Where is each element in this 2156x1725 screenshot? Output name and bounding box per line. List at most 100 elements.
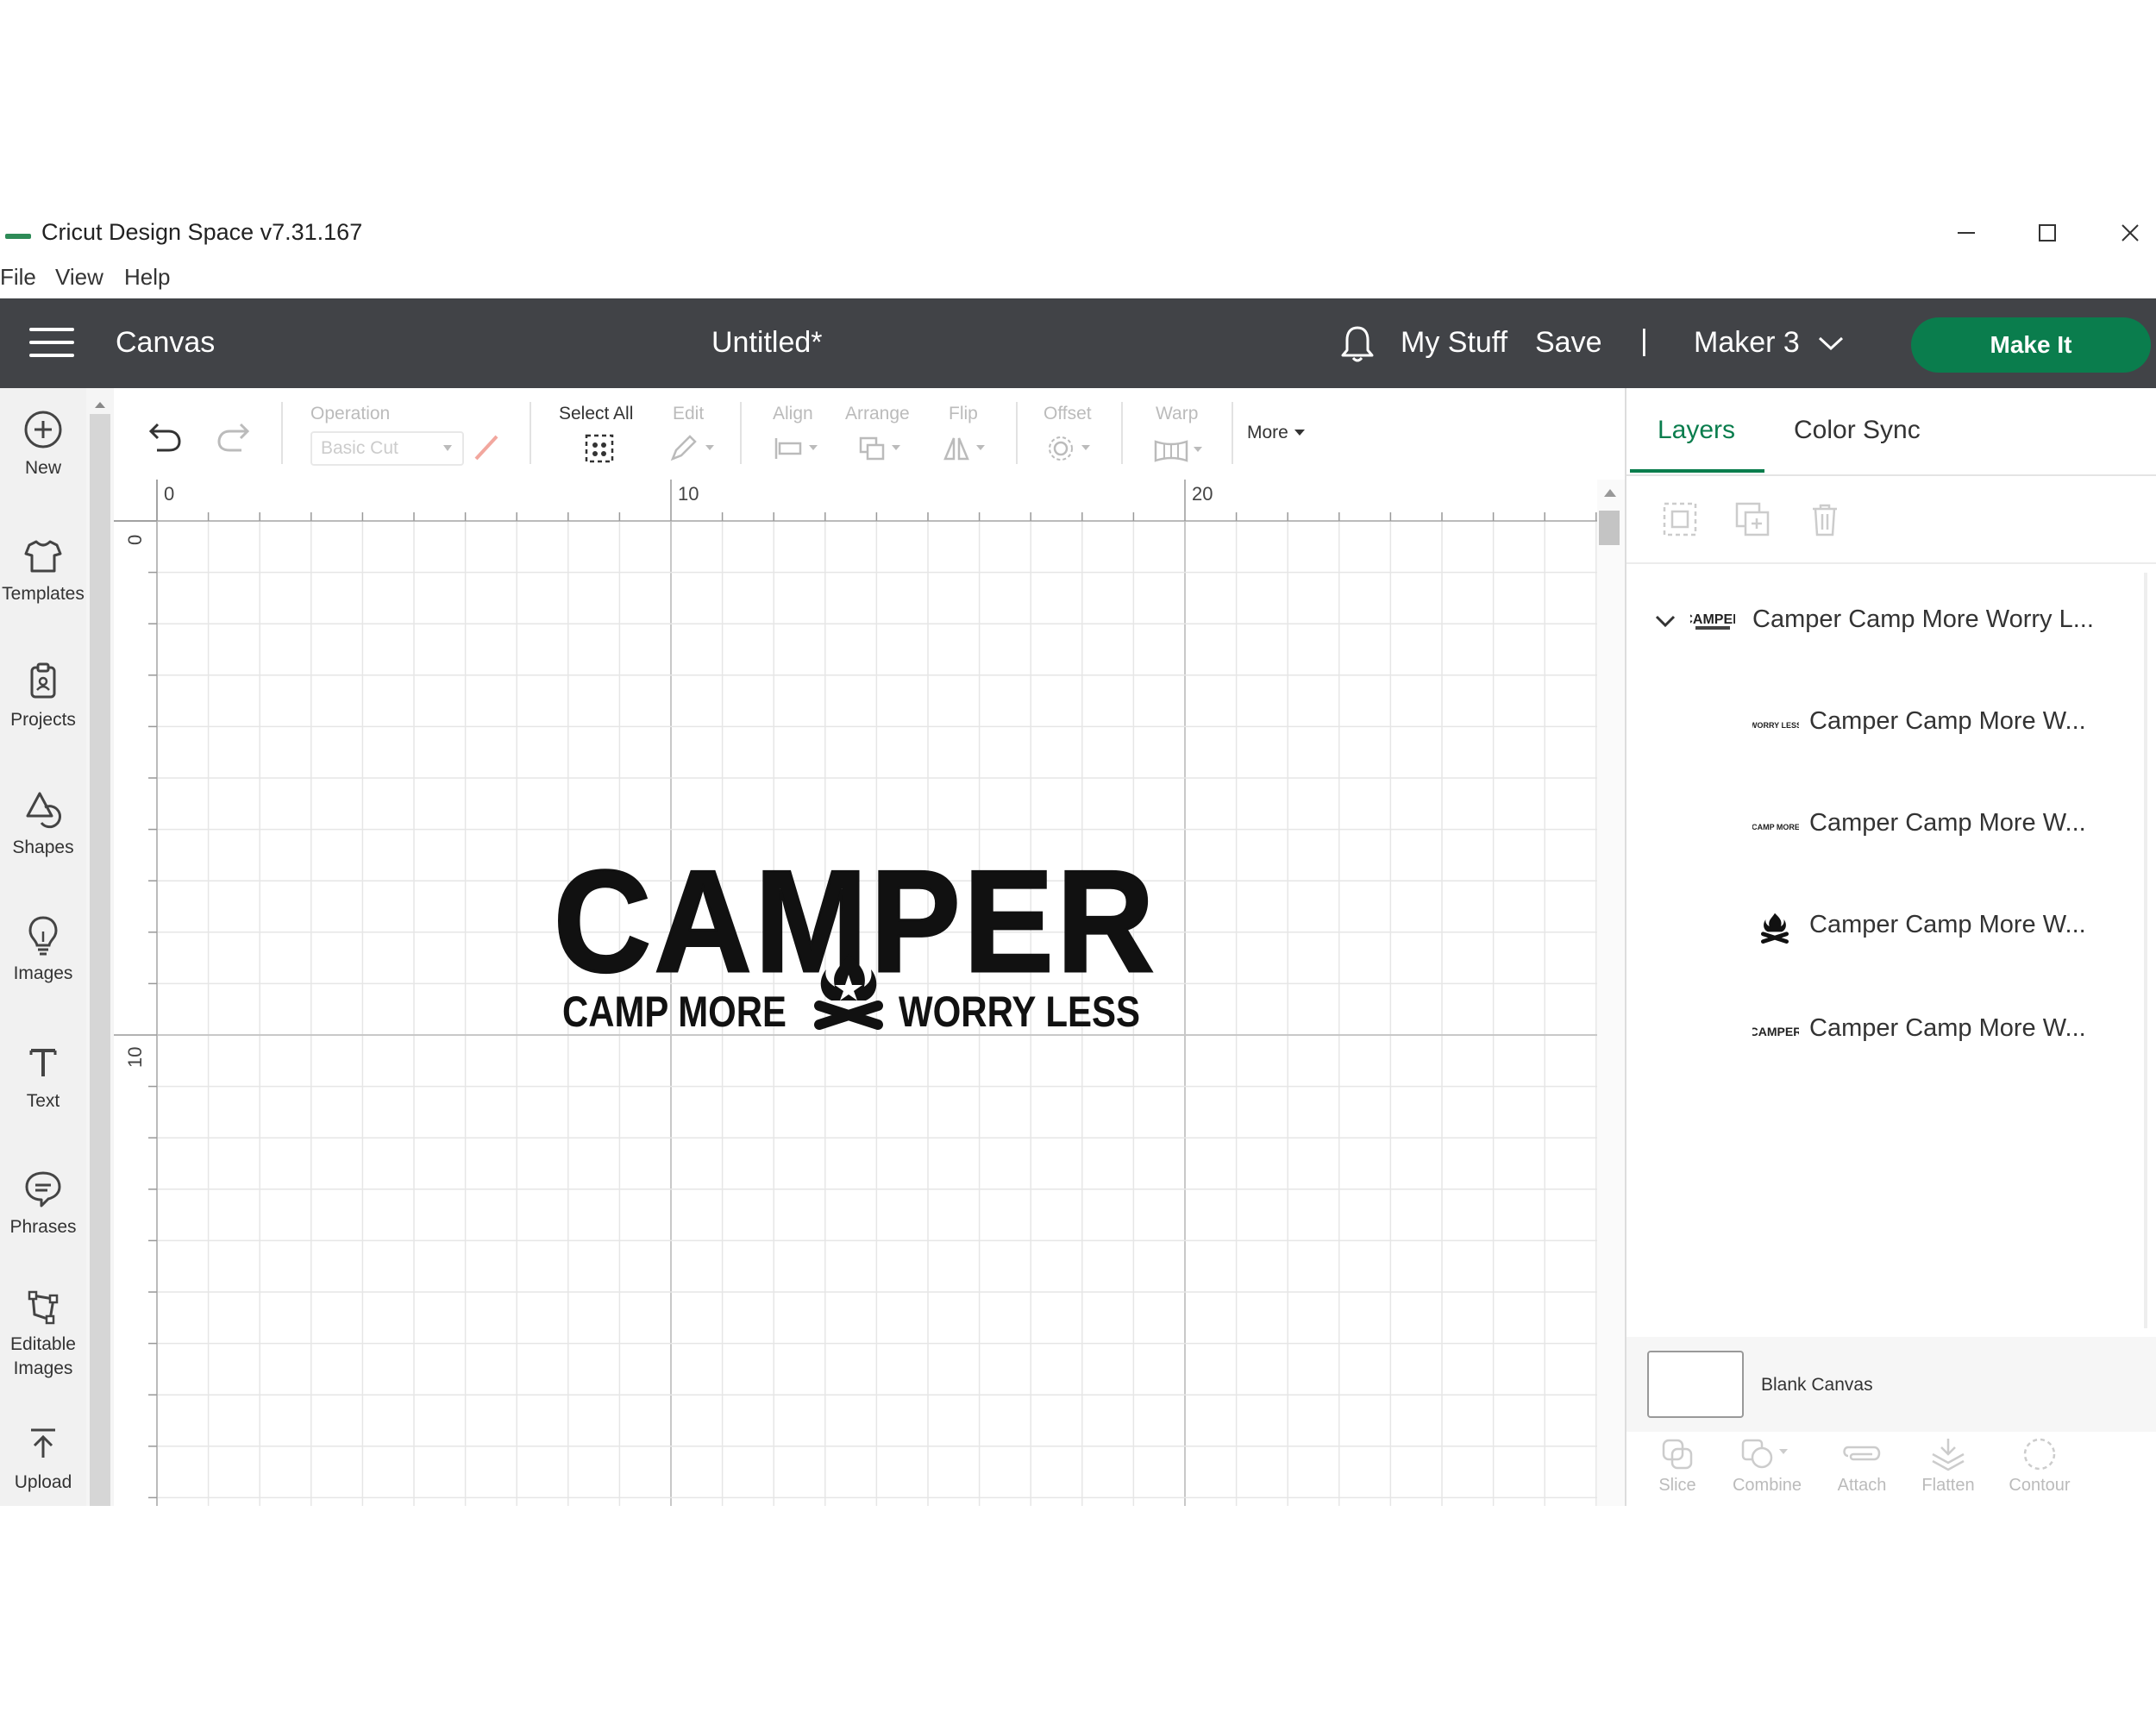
tab-color-sync[interactable]: Color Sync [1794,416,1921,445]
maximize-icon [2039,224,2056,242]
sidebar-item-text[interactable]: Text [0,1038,86,1114]
maximize-button[interactable] [2023,216,2071,250]
machine-selector[interactable]: Maker 3 [1694,326,1800,360]
my-stuff-link[interactable]: My Stuff [1401,326,1507,360]
sidebar-label: Upload [14,1472,72,1492]
canvas-vertical-scrollbar[interactable] [1597,480,1625,1506]
contour-button[interactable]: Contour [1992,1437,2087,1496]
close-window-button[interactable] [2106,216,2154,250]
layer-name: Camper Camp More W... [1809,809,2086,837]
sidebar-item-shapes[interactable]: Shapes [0,785,86,861]
operation-value: Basic Cut [321,438,398,458]
slice-button[interactable]: Slice [1630,1437,1725,1496]
menu-bar [0,259,2156,298]
blank-canvas-swatch[interactable] [1647,1351,1744,1418]
layer-actions-bar: Slice Combine Attach Flatten Contour [1630,1437,2147,1506]
duplicate-button[interactable] [1733,500,1771,543]
flatten-icon [1932,1439,1965,1471]
panel-scrollbar[interactable] [2144,573,2147,1328]
arrange-button[interactable] [857,433,909,468]
warp-label: Warp [1156,404,1199,423]
flatten-button[interactable]: Flatten [1901,1437,1996,1496]
sidebar-item-projects[interactable]: Projects [0,657,86,733]
combine-button[interactable]: Combine [1720,1437,1814,1496]
sidebar-label: Text [26,1091,60,1111]
menu-view[interactable]: View [55,264,103,291]
design-right-text: WORRY LESS [899,988,1140,1032]
duplicate-icon [1735,502,1770,536]
section-title: Canvas [116,326,216,359]
delete-button[interactable] [1806,500,1844,543]
align-label: Align [773,404,813,423]
minimize-button[interactable] [1942,216,1990,250]
ruler-left-label: 10 [124,1046,146,1068]
save-button[interactable]: Save [1535,326,1602,360]
toolbar-divider [281,402,283,464]
sidebar-item-templates[interactable]: Templates [0,531,86,607]
design-canvas[interactable]: 0 10 20 0 10 CAMPER CAMPER CAMP MORE WOR… [114,480,1597,1506]
attach-button[interactable]: Attach [1814,1437,1909,1496]
ruler-top-label: 0 [164,483,175,505]
redo-button[interactable] [214,419,254,458]
select-all-button[interactable] [581,431,617,470]
group-icon [1663,502,1697,536]
hamburger-menu-icon[interactable] [29,328,74,359]
scroll-up-arrow-icon[interactable] [93,398,107,414]
scroll-up-arrow-icon[interactable] [1602,486,1618,503]
flip-button[interactable] [942,433,993,468]
offset-button[interactable] [1045,433,1097,468]
thumbnail-text: CAMP MORE [1752,823,1799,831]
layer-row[interactable]: CAMP MORE Camper Camp More W... [1649,809,2132,844]
layer-thumbnail: CAMPER [1690,612,1735,630]
chevron-down-icon[interactable] [1654,612,1677,630]
active-tab-indicator [1630,469,1764,473]
operation-label: Operation [310,404,391,423]
slice-icon [1662,1439,1693,1470]
menu-file[interactable]: File [0,264,36,291]
sidebar-item-editable-images[interactable]: Editable Images [0,1282,86,1382]
menu-help[interactable]: Help [124,264,170,291]
make-it-button[interactable]: Make It [1911,317,2151,373]
toolbar-divider [1232,402,1233,464]
ruler-top-label: 10 [678,483,699,505]
ruler-left-label: 0 [124,534,146,545]
undo-button[interactable] [145,419,185,458]
canvas-scroll-thumb[interactable] [1599,511,1620,545]
operation-select[interactable]: Basic Cut [310,431,464,466]
offset-label: Offset [1044,404,1092,423]
sidebar-label: New [24,458,61,478]
upload-icon [19,1420,67,1468]
thumbnail-text: WORRY LESS [1752,721,1799,730]
offset-icon [1049,436,1090,461]
layer-group-row[interactable]: CAMPER Camper Camp More Worry L... [1649,605,2132,640]
toolbar-divider [530,402,531,464]
operation-color-swatch[interactable] [471,431,502,467]
layer-row[interactable]: Camper Camp More W... [1649,911,2132,945]
chevron-down-icon[interactable] [1816,333,1846,354]
camper-design[interactable]: CAMPER CAMPER CAMP MORE WORRY LESS [545,807,1166,1037]
warp-button[interactable] [1152,435,1209,470]
sidebar-item-new[interactable]: New [0,405,86,481]
align-button[interactable] [773,433,824,468]
shapes-icon [19,785,67,833]
arrange-icon [859,436,900,461]
notification-bell-icon[interactable] [1338,323,1376,364]
sidebar-item-phrases[interactable]: Phrases [0,1164,86,1240]
sidebar-item-upload[interactable]: Upload [0,1420,86,1496]
group-button[interactable] [1661,500,1699,543]
document-title[interactable]: Untitled* [711,326,823,360]
layer-row[interactable]: WORRY LESS Camper Camp More W... [1649,707,2132,742]
sidebar-scroll-thumb[interactable] [90,414,110,1506]
paperclip-icon [1843,1446,1881,1461]
warp-icon [1154,440,1202,462]
edit-button[interactable] [667,433,719,468]
tab-layers[interactable]: Layers [1658,416,1735,445]
clipboard-icon [19,657,67,706]
more-button[interactable]: More [1247,423,1306,443]
sidebar-item-images[interactable]: Images [0,911,86,987]
design-left-text: CAMP MORE [562,988,787,1032]
sidebar-label: Projects [10,710,76,730]
flip-label: Flip [949,404,978,423]
lightbulb-icon [19,911,67,959]
layer-row[interactable]: CAMPER Camper Camp More W... [1649,1014,2132,1049]
